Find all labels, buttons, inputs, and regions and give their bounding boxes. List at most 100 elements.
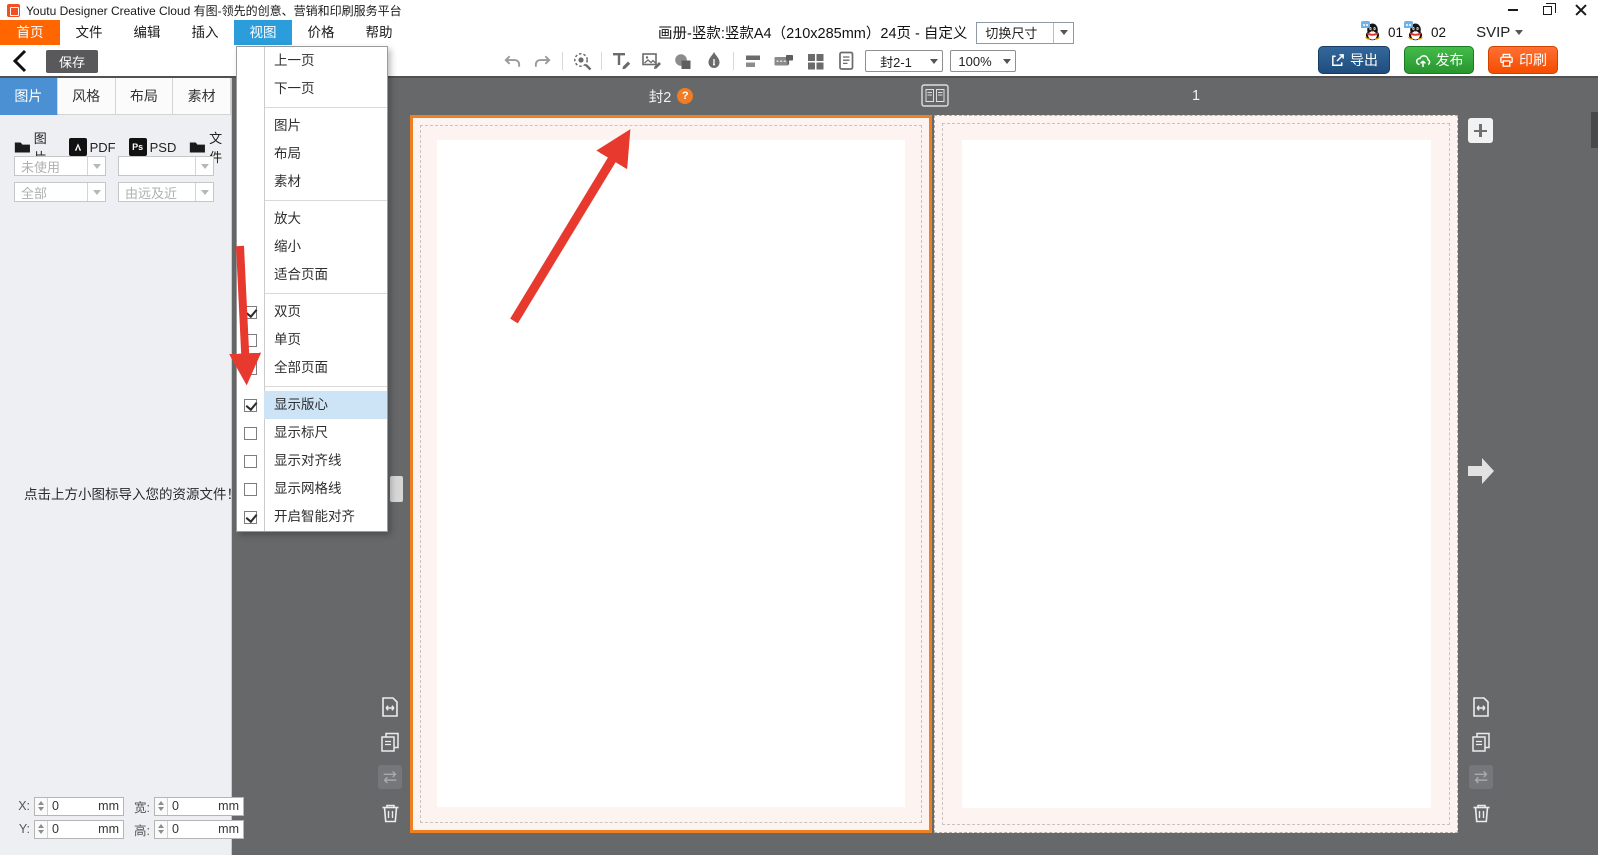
show-ruler-checkbox[interactable] bbox=[244, 427, 257, 440]
restore-button[interactable] bbox=[1530, 0, 1564, 20]
menu-item-layout[interactable]: 布局 bbox=[237, 140, 387, 168]
close-icon bbox=[1575, 4, 1587, 16]
menu-item-zoom-out[interactable]: 缩小 bbox=[237, 233, 387, 261]
menu-item-zoom-in[interactable]: 放大 bbox=[237, 205, 387, 233]
add-page-button[interactable] bbox=[1468, 118, 1493, 143]
align-icon bbox=[744, 52, 763, 71]
type-area[interactable] bbox=[962, 140, 1431, 808]
y-field[interactable]: 0 mm bbox=[34, 820, 124, 839]
step-up-icon bbox=[158, 801, 164, 805]
panel-collapse-handle[interactable] bbox=[390, 476, 403, 502]
grid-view-button[interactable] bbox=[803, 49, 827, 73]
qq-user-icon[interactable] bbox=[1407, 23, 1427, 42]
menu-item-double-page[interactable]: 双页 bbox=[237, 298, 387, 326]
height-field[interactable]: 0 mm bbox=[154, 820, 244, 839]
export-button[interactable]: 导出 bbox=[1318, 46, 1390, 74]
page-cover2[interactable] bbox=[410, 115, 932, 833]
qq-user-icon[interactable] bbox=[1364, 23, 1384, 42]
menu-home[interactable]: 首页 bbox=[0, 20, 60, 45]
delete-page-button[interactable] bbox=[1469, 801, 1493, 825]
step-down-icon bbox=[38, 830, 44, 834]
svip-dropdown[interactable]: SVIP bbox=[1476, 24, 1523, 41]
edit-text-icon bbox=[611, 51, 632, 71]
page-selector-dropdown[interactable]: 封2-1 bbox=[865, 50, 943, 72]
swap-page-button bbox=[378, 765, 402, 789]
copy-page-button[interactable] bbox=[378, 730, 402, 754]
menu-item-single-page[interactable]: 单页 bbox=[237, 326, 387, 354]
menu-item-show-align-lines[interactable]: 显示对齐线 bbox=[237, 447, 387, 475]
align-button[interactable] bbox=[741, 49, 765, 73]
type-area[interactable] bbox=[437, 140, 905, 807]
menu-item-next-page[interactable]: 下一页 bbox=[237, 75, 387, 103]
show-type-area-checkbox[interactable] bbox=[244, 399, 257, 412]
menu-item-fit-page[interactable]: 适合页面 bbox=[237, 261, 387, 289]
pen-button[interactable] bbox=[702, 49, 726, 73]
copy-page-button[interactable] bbox=[1469, 730, 1493, 754]
shape-button[interactable] bbox=[671, 49, 695, 73]
smart-align-checkbox[interactable] bbox=[244, 511, 257, 524]
edit-image-button[interactable] bbox=[640, 49, 664, 73]
trash-icon bbox=[1471, 802, 1492, 824]
window-controls bbox=[1496, 0, 1598, 20]
tab-layout[interactable]: 布局 bbox=[116, 78, 174, 115]
import-pdf-button[interactable]: PDF bbox=[69, 138, 116, 156]
show-align-lines-checkbox[interactable] bbox=[244, 455, 257, 468]
x-field[interactable]: 0 mm bbox=[34, 797, 124, 816]
cutline-button[interactable] bbox=[772, 49, 796, 73]
menu-item-all-pages[interactable]: 全部页面 bbox=[237, 354, 387, 382]
menu-price[interactable]: 价格 bbox=[292, 20, 350, 45]
switch-size-dropdown[interactable]: 切换尺寸 bbox=[976, 22, 1074, 44]
filter-sort-dropdown[interactable]: 由远及近 bbox=[118, 182, 214, 202]
arrow-right-icon bbox=[1466, 455, 1496, 487]
menu-item-assets[interactable]: 素材 bbox=[237, 168, 387, 196]
tab-images[interactable]: 图片 bbox=[0, 78, 58, 115]
height-stepper[interactable] bbox=[155, 821, 168, 838]
close-button[interactable] bbox=[1564, 0, 1598, 20]
back-button[interactable] bbox=[12, 49, 32, 73]
menu-item-show-grid-lines[interactable]: 显示网格线 bbox=[237, 475, 387, 503]
tab-assets[interactable]: 素材 bbox=[173, 78, 231, 115]
print-button[interactable]: 印刷 bbox=[1488, 46, 1558, 74]
all-pages-checkbox[interactable] bbox=[244, 362, 257, 375]
width-stepper[interactable] bbox=[155, 798, 168, 815]
publish-button[interactable]: 发布 bbox=[1404, 46, 1474, 74]
menu-item-smart-align[interactable]: 开启智能对齐 bbox=[237, 503, 387, 531]
menu-item-show-ruler[interactable]: 显示标尺 bbox=[237, 419, 387, 447]
double-page-checkbox[interactable] bbox=[244, 306, 257, 319]
menu-view[interactable]: 视图 bbox=[234, 20, 292, 45]
view-dropdown-menu: 上一页 下一页 图片 布局 素材 放大 缩小 适合页面 双页 单页 全部页面 显… bbox=[236, 46, 388, 532]
delete-page-button[interactable] bbox=[378, 801, 402, 825]
page-list-button[interactable] bbox=[834, 49, 858, 73]
import-psd-button[interactable]: Ps PSD bbox=[129, 138, 177, 156]
menu-item-prev-page[interactable]: 上一页 bbox=[237, 47, 387, 75]
save-button[interactable]: 保存 bbox=[46, 50, 98, 73]
menu-help[interactable]: 帮助 bbox=[350, 20, 408, 45]
menu-item-images[interactable]: 图片 bbox=[237, 112, 387, 140]
zoom-select-button[interactable] bbox=[570, 49, 594, 73]
show-grid-lines-checkbox[interactable] bbox=[244, 483, 257, 496]
menu-item-show-type-area[interactable]: 显示版心 bbox=[237, 391, 387, 419]
vertical-scrollbar-thumb[interactable] bbox=[1591, 112, 1598, 148]
filter-all-dropdown[interactable]: 全部 bbox=[14, 182, 106, 202]
single-page-checkbox[interactable] bbox=[244, 334, 257, 347]
y-stepper[interactable] bbox=[35, 821, 48, 838]
redo-button[interactable] bbox=[531, 49, 555, 73]
filter-usage-dropdown[interactable]: 未使用 bbox=[14, 156, 106, 176]
help-icon[interactable]: ? bbox=[677, 88, 693, 104]
filter-empty-dropdown[interactable] bbox=[118, 156, 214, 176]
zoom-dropdown[interactable]: 100% bbox=[950, 50, 1016, 72]
resize-page-button[interactable] bbox=[378, 695, 402, 719]
minimize-button[interactable] bbox=[1496, 0, 1530, 20]
undo-button[interactable] bbox=[500, 49, 524, 73]
menu-file[interactable]: 文件 bbox=[60, 20, 118, 45]
menu-edit[interactable]: 编辑 bbox=[118, 20, 176, 45]
x-stepper[interactable] bbox=[35, 798, 48, 815]
tab-style[interactable]: 风格 bbox=[58, 78, 116, 115]
menu-insert[interactable]: 插入 bbox=[176, 20, 234, 45]
width-field[interactable]: 0 mm bbox=[154, 797, 244, 816]
page-1[interactable] bbox=[934, 115, 1458, 833]
resize-page-button[interactable] bbox=[1469, 695, 1493, 719]
edit-text-button[interactable] bbox=[609, 49, 633, 73]
next-page-button[interactable] bbox=[1466, 455, 1496, 492]
step-up-icon bbox=[38, 801, 44, 805]
